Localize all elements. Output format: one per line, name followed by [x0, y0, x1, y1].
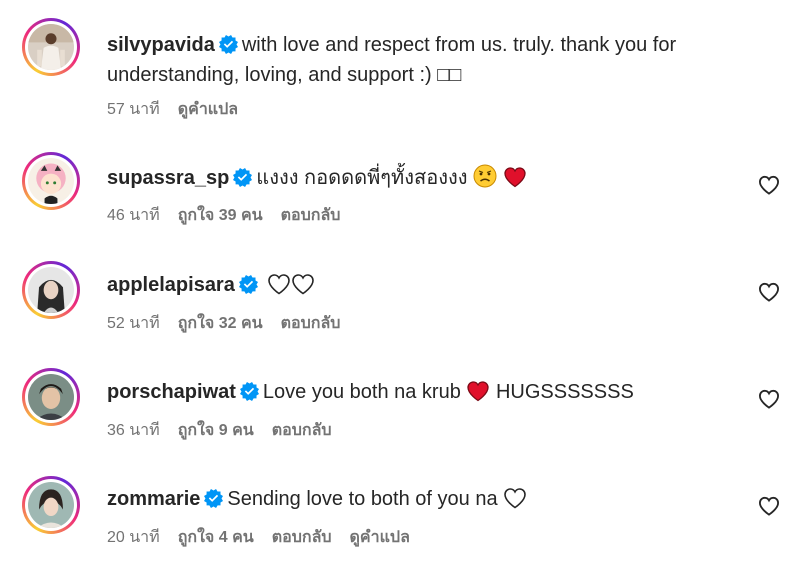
comment-meta: 20 นาที ถูกใจ 4 คน ตอบกลับ ดูคำแปล: [107, 528, 428, 548]
red-heart-emoji: [503, 166, 527, 188]
red-heart-emoji: [466, 380, 490, 402]
username[interactable]: silvypavida: [107, 34, 215, 56]
avatar-photo-silvypavida: [28, 24, 74, 70]
comment-meta: 57 นาที ดูคำแปล: [107, 100, 256, 120]
comment-meta: 36 นาที ถูกใจ 9 คน ตอบกลับ: [107, 421, 350, 441]
sad-face-emoji: [473, 164, 497, 188]
avatar-photo-supassra-sp: [28, 158, 74, 204]
username[interactable]: porschapiwat: [107, 381, 236, 403]
comment-body: supassra_sp แงงง กอดดดพี่ๆทั้งสองงง: [107, 163, 757, 193]
reply-button[interactable]: ตอบกลับ: [281, 315, 341, 332]
comment-meta: 46 นาที ถูกใจ 39 คน ตอบกลับ: [107, 206, 358, 226]
white-heart-emoji: [292, 274, 315, 295]
likes-count[interactable]: ถูกใจ 32 คน: [178, 315, 263, 332]
avatar-photo-applelapisara: [28, 267, 74, 313]
verified-badge-icon: [219, 35, 238, 54]
username[interactable]: zommarie: [107, 488, 200, 510]
see-translation-button[interactable]: ดูคำแปล: [178, 101, 238, 118]
comment-text: แงงง กอดดดพี่ๆทั้งสองงง: [256, 167, 468, 189]
avatar[interactable]: [22, 368, 80, 426]
like-heart-icon[interactable]: [758, 175, 780, 195]
avatar[interactable]: [22, 476, 80, 534]
verified-badge-icon: [233, 168, 252, 187]
likes-count[interactable]: ถูกใจ 4 คน: [178, 529, 254, 546]
comment-body: zommarie Sending love to both of you na: [107, 484, 757, 514]
verified-badge-icon: [239, 275, 258, 294]
timestamp[interactable]: 52 นาที: [107, 315, 160, 332]
avatar-photo-porschapiwat: [28, 374, 74, 420]
comment-body: applelapisara: [107, 270, 757, 300]
comment-text: understanding, loving, and support :) □□: [107, 64, 462, 86]
timestamp[interactable]: 57 นาที: [107, 101, 160, 118]
reply-button[interactable]: ตอบกลับ: [272, 422, 332, 439]
username[interactable]: supassra_sp: [107, 167, 229, 189]
comment-text: Love you both na krub: [262, 381, 461, 403]
verified-badge-icon: [204, 489, 223, 508]
like-heart-icon[interactable]: [758, 389, 780, 409]
timestamp[interactable]: 36 นาที: [107, 422, 160, 439]
likes-count[interactable]: ถูกใจ 9 คน: [178, 422, 254, 439]
timestamp[interactable]: 20 นาที: [107, 529, 160, 546]
comment-text: HUGSSSSSSS: [495, 381, 634, 403]
white-heart-emoji: [268, 274, 291, 295]
comment-body: porschapiwat Love you both na krub HUGSSS…: [107, 377, 757, 407]
comment-text: Sending love to both of you na: [227, 488, 498, 510]
avatar-photo-zommarie: [28, 482, 74, 528]
likes-count[interactable]: ถูกใจ 39 คน: [178, 207, 263, 224]
reply-button[interactable]: ตอบกลับ: [272, 529, 332, 546]
avatar[interactable]: [22, 261, 80, 319]
verified-badge-icon: [240, 382, 259, 401]
comment-meta: 52 นาที ถูกใจ 32 คน ตอบกลับ: [107, 314, 358, 334]
avatar[interactable]: [22, 18, 80, 76]
like-heart-icon[interactable]: [758, 282, 780, 302]
avatar[interactable]: [22, 152, 80, 210]
reply-button[interactable]: ตอบกลับ: [281, 207, 341, 224]
comment-text: with love and respect from us. truly. th…: [241, 34, 677, 56]
like-heart-icon[interactable]: [758, 496, 780, 516]
see-translation-button[interactable]: ดูคำแปล: [350, 529, 410, 546]
timestamp[interactable]: 46 นาที: [107, 207, 160, 224]
username[interactable]: applelapisara: [107, 274, 235, 296]
comment-list: silvypavida with love and respect from us…: [0, 0, 800, 572]
white-heart-emoji: [504, 488, 526, 509]
comment-body: silvypavida with love and respect from us…: [107, 30, 757, 90]
